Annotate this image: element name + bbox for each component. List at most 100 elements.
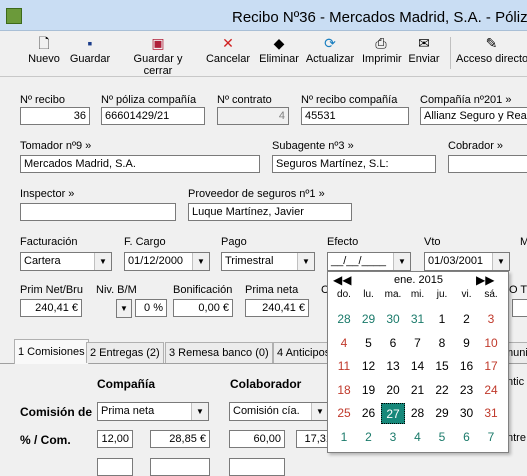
calendar-day[interactable]: 30	[381, 309, 405, 330]
bonus-field[interactable]: 0,00 €	[173, 299, 233, 317]
due-date-picker[interactable]: 01/03/2001 ▼	[424, 252, 510, 271]
subagent-link[interactable]: Subagente nº3 »	[272, 140, 354, 152]
delete-button[interactable]: ◆ Eliminar	[258, 33, 300, 73]
calendar-day[interactable]: 3	[479, 309, 503, 330]
calendar-day[interactable]: 24	[479, 380, 503, 401]
calendar-day[interactable]: 17	[479, 356, 503, 377]
calendar-day[interactable]: 23	[455, 380, 479, 401]
calendar-day[interactable]: 8	[430, 333, 454, 354]
calendar-day[interactable]: 22	[430, 380, 454, 401]
calendar-day[interactable]: 4	[406, 427, 430, 448]
calendar-month-label[interactable]: ene. 2015	[394, 274, 443, 286]
chevron-down-icon: ▼	[94, 253, 111, 270]
bonus-malus-select[interactable]: ▼	[116, 299, 132, 318]
contract-number-field[interactable]: 4	[217, 107, 289, 125]
send-button[interactable]: ✉ Enviar	[406, 33, 442, 73]
calendar-day[interactable]: 10	[479, 333, 503, 354]
net-premium-field[interactable]: 240,41 €	[245, 299, 309, 317]
tab-comisiones[interactable]: 1 Comisiones	[14, 339, 89, 364]
company-field[interactable]: Allianz Seguro y Reas	[420, 107, 527, 125]
inspector-link[interactable]: Inspector »	[20, 188, 74, 200]
bottom-field-1[interactable]	[97, 458, 133, 476]
company-commission-select[interactable]: Prima neta ▼	[97, 402, 209, 421]
delete-icon: ◆	[273, 35, 285, 51]
tab-entregas[interactable]: 2 Entregas (2)	[86, 342, 164, 363]
calendar-day[interactable]: 2	[357, 427, 381, 448]
calendar-day[interactable]: 29	[430, 403, 454, 424]
save-and-close-button[interactable]: ▣ Guardar y cerrar	[118, 33, 198, 77]
calendar-day[interactable]: 12	[357, 356, 381, 377]
billing-select[interactable]: Cartera ▼	[20, 252, 112, 271]
policyholder-link[interactable]: Tomador nº9 »	[20, 140, 91, 152]
prev-year-icon[interactable]: ◀◀	[333, 273, 351, 287]
calendar-day[interactable]: 1	[430, 309, 454, 330]
calendar-day[interactable]: 2	[455, 309, 479, 330]
calendar-day[interactable]: 18	[332, 380, 356, 401]
calendar-day[interactable]: 25	[332, 403, 356, 424]
payment-select[interactable]: Trimestral ▼	[221, 252, 315, 271]
collaborator-commission-select[interactable]: Comisión cía. ▼	[229, 402, 329, 421]
calendar-day[interactable]: 28	[332, 309, 356, 330]
calendar-day[interactable]: 6	[381, 333, 405, 354]
collector-field[interactable]	[448, 155, 527, 173]
calendar-day[interactable]: 15	[430, 356, 454, 377]
calendar-day[interactable]: 4	[332, 333, 356, 354]
calendar-day[interactable]: 3	[381, 427, 405, 448]
date-picker-calendar[interactable]: ◀◀ ene. 2015 ▶▶ do. lu. ma. mi. ju. vi. sá. 28…	[327, 271, 509, 453]
calendar-day[interactable]: 16	[455, 356, 479, 377]
next-year-icon[interactable]: ▶▶	[476, 273, 494, 287]
calendar-day[interactable]: 13	[381, 356, 405, 377]
calendar-day[interactable]: 11	[332, 356, 356, 377]
new-button[interactable]: 🗋 Nuevo	[26, 33, 62, 73]
calendar-day[interactable]: 14	[406, 356, 430, 377]
company-link[interactable]: Compañía nº201 »	[420, 94, 511, 106]
receipt-number-field[interactable]: 36	[20, 107, 90, 125]
calendar-day[interactable]: 7	[479, 427, 503, 448]
calendar-day[interactable]: 27	[381, 403, 405, 424]
calendar-day[interactable]: 5	[357, 333, 381, 354]
calendar-day[interactable]: 26	[357, 403, 381, 424]
bonus-malus-pct[interactable]: 0 %	[135, 299, 167, 317]
calendar-day[interactable]: 19	[357, 380, 381, 401]
calendar-day[interactable]: 28	[406, 403, 430, 424]
o-t-field[interactable]	[512, 299, 527, 317]
company-pct-field[interactable]: 12,00	[97, 430, 133, 448]
collector-link[interactable]: Cobrador »	[448, 140, 503, 152]
subagent-field[interactable]: Seguros Martínez, S.L:	[272, 155, 436, 173]
inspector-field[interactable]	[20, 203, 176, 221]
charge-date-picker[interactable]: 01/12/2000 ▼	[124, 252, 210, 271]
bottom-field-2[interactable]	[150, 458, 210, 476]
calendar-day[interactable]: 9	[455, 333, 479, 354]
shortcut-button[interactable]: ✎ Acceso directo	[456, 33, 527, 73]
policyholder-field[interactable]: Mercados Madrid, S.A.	[20, 155, 260, 173]
refresh-button[interactable]: ⟳ Actualizar	[304, 33, 356, 73]
calendar-day[interactable]: 6	[455, 427, 479, 448]
print-button[interactable]: ⎙ Imprimir	[362, 33, 402, 73]
company-receipt-label: Nº recibo compañía	[301, 94, 398, 106]
tab-anticipos[interactable]: 4 Anticipos	[273, 342, 335, 363]
net-gross-premium-field[interactable]: 240,41 €	[20, 299, 82, 317]
save-button[interactable]: ▪ Guardar	[68, 33, 112, 73]
cancel-button[interactable]: ✕ Cancelar	[204, 33, 252, 73]
policy-number-label: Nº póliza compañía	[101, 94, 197, 106]
calendar-day[interactable]: 5	[430, 427, 454, 448]
policy-number-field[interactable]: 66601429/21	[101, 107, 205, 125]
collaborator-pct-field[interactable]: 60,00	[229, 430, 285, 448]
collaborator-header: Colaborador	[230, 377, 302, 391]
company-commission-amount[interactable]: 28,85 €	[150, 430, 210, 448]
provider-link[interactable]: Proveedor de seguros nº1 »	[188, 188, 325, 200]
calendar-day[interactable]: 1	[332, 427, 356, 448]
company-receipt-field[interactable]: 45531	[301, 107, 409, 125]
calendar-day[interactable]: 30	[455, 403, 479, 424]
contract-number-label: Nº contrato	[217, 94, 272, 106]
effect-date-picker[interactable]: __/__/____ ▼	[327, 252, 411, 271]
provider-field[interactable]: Luque Martínez, Javier	[188, 203, 352, 221]
calendar-day[interactable]: 7	[406, 333, 430, 354]
calendar-day[interactable]: 29	[357, 309, 381, 330]
calendar-day[interactable]: 20	[381, 380, 405, 401]
calendar-day[interactable]: 21	[406, 380, 430, 401]
calendar-day[interactable]: 31	[406, 309, 430, 330]
bottom-field-3[interactable]	[229, 458, 285, 476]
tab-remesa-banco[interactable]: 3 Remesa banco (0)	[165, 342, 273, 363]
calendar-day[interactable]: 31	[479, 403, 503, 424]
